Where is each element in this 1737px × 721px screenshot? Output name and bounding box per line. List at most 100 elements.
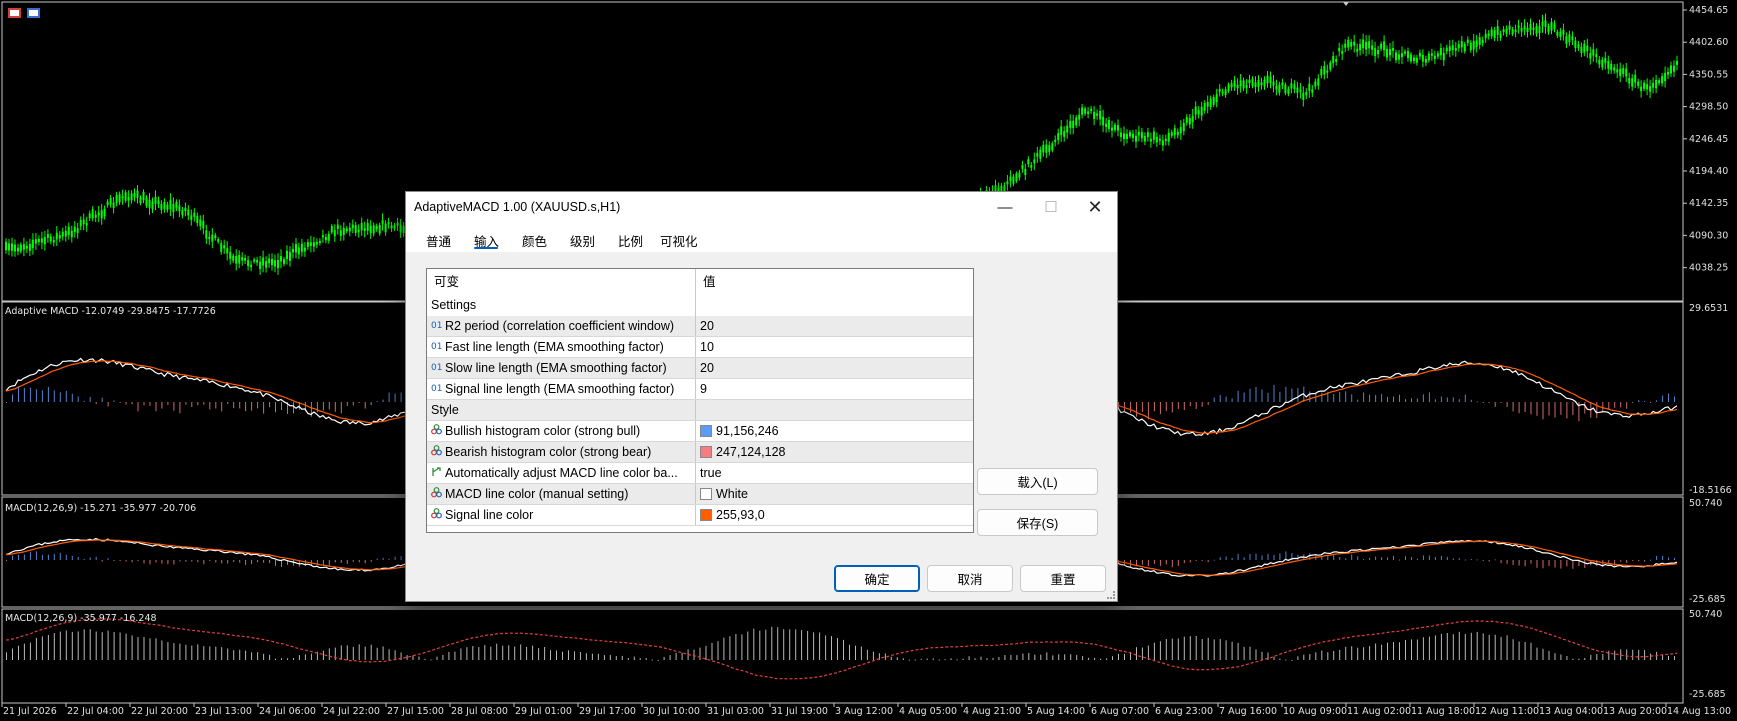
histogram-bar [986,658,988,660]
histogram-bar [71,393,73,402]
histogram-bar [269,402,271,408]
price-candle-body [97,212,100,216]
table-row[interactable]: Signal line color 255,93,0 [427,505,973,526]
table-row[interactable]: Bearish histogram color (strong bear) 24… [427,442,973,463]
price-candle-body [1496,26,1499,35]
price-candle-body [181,210,184,216]
dialog-titlebar[interactable]: AdaptiveMACD 1.00 (XAUUSD.s,H1) — ☐ ✕ [406,192,1117,222]
price-candle-body [1087,111,1090,114]
histogram-bar [89,396,91,402]
price-candle-body [1445,47,1448,52]
price-candle-body [17,247,19,252]
histogram-bar [406,655,408,660]
price-candle-body [19,244,22,252]
histogram-bar [1177,638,1179,660]
tab-levels[interactable]: 级别 [570,231,595,250]
price-candle-body [1643,82,1646,89]
histogram-bar [1279,553,1281,560]
price-candle-body [241,257,244,261]
minimize-icon[interactable]: — [982,192,1028,222]
histogram-bar [1147,645,1149,660]
histogram-bar [1297,656,1299,660]
price-candle-body [1571,36,1574,40]
price-candle-body [1260,82,1263,86]
histogram-bar [310,653,312,660]
input-value[interactable]: 91,156,246 [696,421,973,442]
price-candle-body [327,233,330,241]
histogram-bar [161,560,163,564]
maximize-icon[interactable]: ☐ [1028,192,1074,222]
histogram-bar [1662,395,1664,402]
table-row[interactable]: Bullish histogram color (strong bull) 91… [427,421,973,442]
price-candle-body [1132,133,1134,139]
tab-colors[interactable]: 颜色 [522,231,547,250]
table-row[interactable]: Automatically adjust MACD line color ba.… [427,463,973,484]
save-button[interactable]: 保存(S) [977,509,1098,536]
resize-grip-icon[interactable] [1107,591,1115,599]
input-value[interactable]: 247,124,128 [696,442,973,463]
dialog-title: AdaptiveMACD 1.00 (XAUUSD.s,H1) [414,200,621,214]
input-value[interactable]: 20 [696,358,973,379]
histogram-bar [753,628,755,660]
histogram-bar [197,402,199,406]
color-palette-icon [431,442,445,463]
price-candle-body [1658,80,1661,84]
histogram-bar [460,648,462,660]
table-row[interactable]: 01 Fast line length (EMA smoothing factor… [427,337,973,358]
table-row[interactable]: 01 R2 period (correlation coefficient win… [427,316,973,337]
price-candle-body [1517,25,1520,28]
histogram-bar [1147,560,1149,567]
price-candle-body [70,230,73,238]
histogram-bar [1106,658,1108,660]
histogram-bar [508,645,510,660]
reset-button[interactable]: 重置 [1020,565,1106,592]
histogram-bar [257,402,259,409]
price-candle-body [1451,45,1454,51]
ok-button[interactable]: 确定 [834,565,920,592]
close-icon[interactable]: ✕ [1072,192,1118,222]
histogram-bar [131,635,133,660]
input-value[interactable]: 20 [696,316,973,337]
histogram-bar [855,645,856,660]
histogram-bar [400,392,402,402]
histogram-bar [1644,400,1646,402]
tab-common[interactable]: 普通 [426,231,451,250]
load-button[interactable]: 载入(L) [977,468,1098,495]
histogram-bar [418,656,420,660]
price-candle-body [339,230,342,236]
histogram-bar [1183,560,1185,564]
tab-visualization[interactable]: 可视化 [660,231,698,250]
tab-scale[interactable]: 比例 [618,231,643,250]
histogram-bar [12,394,13,402]
table-row[interactable]: 01 Signal line length (EMA smoothing fact… [427,379,973,400]
histogram-bar [125,560,127,562]
input-value[interactable]: 9 [696,379,973,400]
histogram-bar [1237,390,1239,402]
integer-type-icon: 01 [431,384,443,395]
column-header-variable[interactable]: 可变 [427,269,696,295]
price-candle-body [214,235,217,239]
histogram-bar [1219,395,1221,402]
histogram-bar [1638,560,1640,562]
column-header-value[interactable]: 值 [696,269,973,295]
histogram-bar [77,631,79,660]
histogram-bar [35,637,37,660]
input-value[interactable]: true [696,463,973,484]
histogram-bar [968,656,970,660]
table-row[interactable]: 01 Slow line length (EMA smoothing factor… [427,358,973,379]
cancel-button[interactable]: 取消 [927,565,1013,592]
input-value[interactable]: 10 [696,337,973,358]
histogram-bar [233,402,235,409]
price-candle-body [286,250,288,259]
input-value[interactable]: 255,93,0 [696,505,973,526]
price-candle-body [1577,44,1580,48]
histogram-bar [53,390,55,402]
price-candle-body [40,238,43,243]
price-candle-body [1511,29,1514,35]
histogram-bar [1548,402,1550,416]
price-candle-body [5,241,7,251]
table-row[interactable]: MACD line color (manual setting) White [427,484,973,505]
price-candle-body [1335,59,1338,62]
input-value[interactable]: White [696,484,973,505]
histogram-bar [574,651,575,660]
